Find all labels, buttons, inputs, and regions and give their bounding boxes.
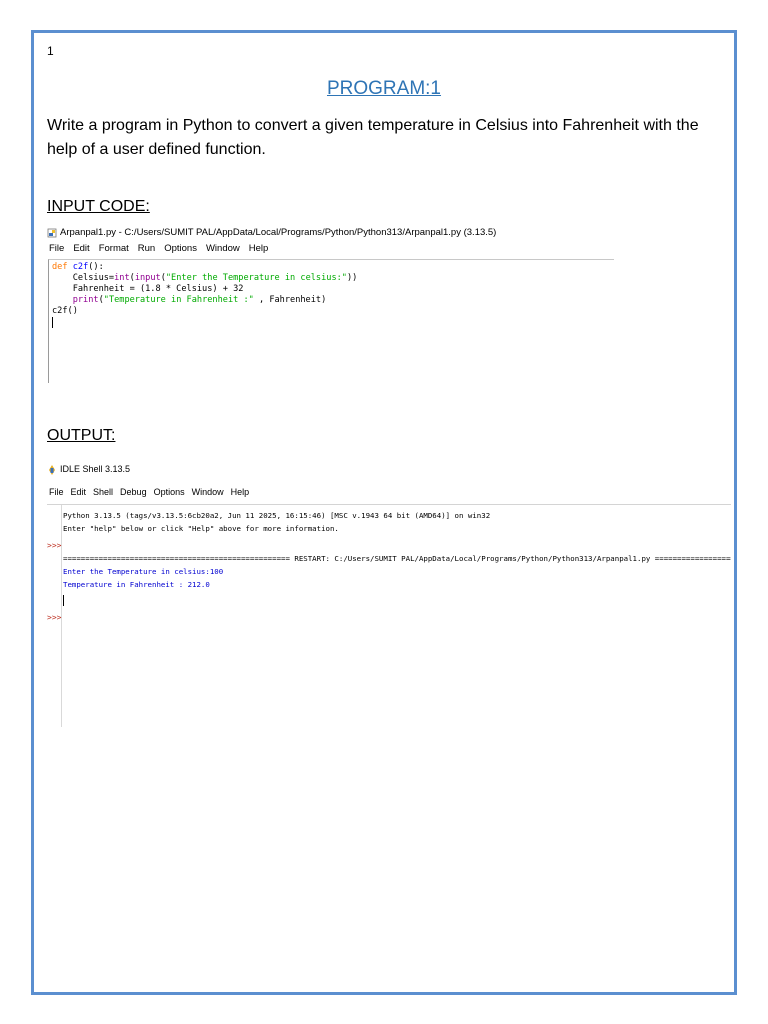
shell-menu-shell[interactable]: Shell — [93, 487, 113, 497]
code-line — [52, 317, 614, 328]
editor-menu-options[interactable]: Options — [164, 243, 197, 254]
page-number: 1 — [47, 44, 54, 58]
shell-prompt: >>> — [47, 541, 62, 550]
shell-menu-debug[interactable]: Debug — [120, 487, 147, 497]
shell-menu-options[interactable]: Options — [154, 487, 185, 497]
idle-editor-screenshot: Arpanpal1.py - C:/Users/SUMIT PAL/AppDat… — [47, 225, 615, 383]
code-string: "Enter the Temperature in celsius:" — [165, 273, 347, 283]
code-text: , Fahrenheit) — [253, 295, 327, 305]
editor-menu-run[interactable]: Run — [138, 243, 155, 254]
idle-shell-screenshot: IDLE Shell 3.13.5 File Edit Shell Debug … — [47, 458, 731, 728]
code-line: c2f() — [52, 306, 78, 316]
idle-icon — [47, 464, 57, 475]
shell-menubar: File Edit Shell Debug Options Window Hel… — [47, 480, 731, 504]
editor-menu-help[interactable]: Help — [249, 243, 269, 254]
shell-output-area[interactable]: >>> >>> Python 3.13.5 (tags/v3.13.5:6cb2… — [47, 504, 731, 727]
text-cursor — [52, 317, 53, 328]
shell-blank-line: ​ — [63, 535, 731, 548]
shell-menu-window[interactable]: Window — [192, 487, 224, 497]
code-function-name: c2f — [72, 262, 89, 272]
shell-menu-file[interactable]: File — [49, 487, 64, 497]
shell-banner-line: Enter "help" below or click "Help" above… — [63, 524, 339, 533]
prompt-gutter: >>> >>> — [47, 505, 62, 727]
input-code-heading: INPUT CODE: — [47, 198, 150, 215]
code-builtin: int — [114, 273, 130, 283]
editor-menu-edit[interactable]: Edit — [73, 243, 89, 254]
editor-menu-window[interactable]: Window — [206, 243, 240, 254]
shell-banner-line: Python 3.13.5 (tags/v3.13.5:6cb20a2, Jun… — [63, 511, 491, 520]
shell-text: Python 3.13.5 (tags/v3.13.5:6cb20a2, Jun… — [63, 509, 731, 608]
editor-menu-file[interactable]: File — [49, 243, 64, 254]
code-editor-area[interactable]: def c2f(): Celsius=int(input("Enter the … — [48, 259, 614, 383]
code-line: def c2f(): — [52, 262, 614, 273]
shell-title: IDLE Shell 3.13.5 — [60, 464, 131, 474]
program-title: PROGRAM:1 — [326, 78, 442, 99]
code-line: Celsius=int(input("Enter the Temperature… — [52, 273, 614, 284]
shell-output-line: Enter the Temperature in celsius:100 — [63, 567, 224, 576]
output-heading: OUTPUT: — [47, 427, 116, 444]
editor-titlebar: Arpanpal1.py - C:/Users/SUMIT PAL/AppDat… — [47, 225, 615, 240]
code-builtin: input — [134, 273, 161, 283]
python-file-icon — [47, 228, 57, 238]
shell-cursor-line — [63, 595, 731, 608]
shell-menu-help[interactable]: Help — [231, 487, 250, 497]
text-cursor — [63, 595, 64, 606]
code-string: "Temperature in Fahrenheit :" — [103, 295, 254, 305]
code-keyword: def — [52, 262, 68, 272]
task-description: Write a program in Python to convert a g… — [47, 117, 699, 158]
shell-menu-edit[interactable]: Edit — [71, 487, 87, 497]
code-line: print("Temperature in Fahrenheit :" , Fa… — [52, 295, 614, 306]
code-text: )) — [346, 273, 358, 283]
code-line: Fahrenheit = (1.8 * Celsius) + 32 — [52, 284, 244, 294]
shell-restart-line: ========================================… — [63, 554, 731, 563]
editor-menubar: File Edit Format Run Options Window Help — [47, 240, 615, 256]
code-text: Celsius= — [52, 273, 115, 283]
editor-title: Arpanpal1.py - C:/Users/SUMIT PAL/AppDat… — [60, 227, 497, 238]
code-builtin: print — [72, 295, 99, 305]
code-text: (): — [88, 262, 104, 272]
shell-output-line: Temperature in Fahrenheit : 212.0 — [63, 580, 210, 589]
editor-menu-format[interactable]: Format — [99, 243, 129, 254]
shell-titlebar: IDLE Shell 3.13.5 — [47, 458, 731, 480]
shell-prompt: >>> — [47, 613, 62, 622]
